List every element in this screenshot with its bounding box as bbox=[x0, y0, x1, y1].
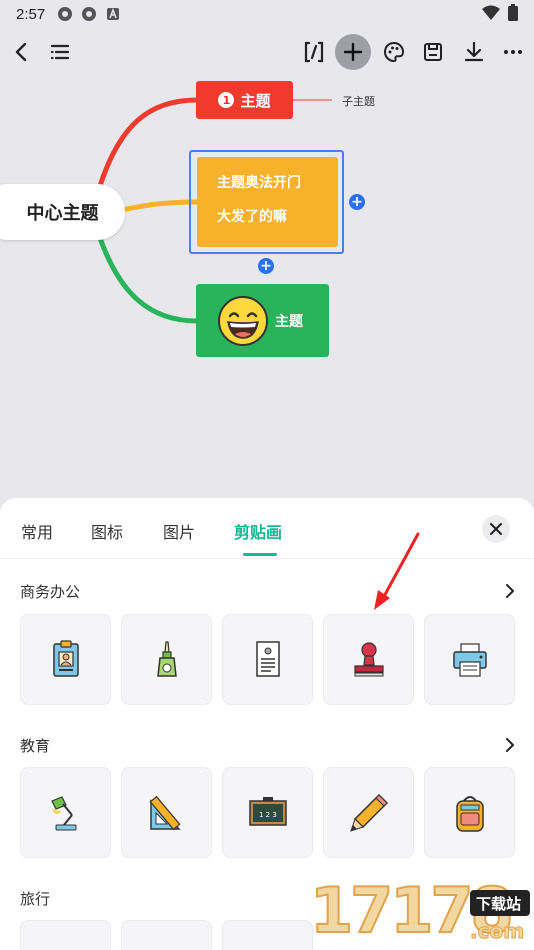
red-topic-label: 主题 bbox=[240, 91, 271, 110]
printer-icon bbox=[452, 642, 487, 677]
pencil-icon bbox=[349, 793, 388, 832]
app-notification-icon bbox=[82, 7, 97, 21]
save-icon bbox=[424, 43, 442, 61]
desk-lamp-icon bbox=[50, 795, 76, 830]
clipart-item[interactable] bbox=[121, 767, 212, 858]
section-title-education: 教育 bbox=[20, 737, 51, 755]
back-button[interactable] bbox=[4, 34, 40, 70]
wifi-icon bbox=[482, 5, 500, 20]
clipart-item[interactable] bbox=[323, 767, 414, 858]
yellow-topic-node[interactable]: 主题奥法开门 大发了的嘛 bbox=[197, 157, 338, 247]
tab-common[interactable]: 常用 bbox=[21, 519, 53, 543]
app-notification-icon bbox=[58, 7, 73, 21]
add-topic-button[interactable] bbox=[335, 34, 371, 70]
watermark-domain: .com bbox=[470, 919, 524, 943]
tabs-divider bbox=[0, 558, 534, 559]
clipart-item[interactable]: 1 2 3 bbox=[222, 767, 313, 858]
document-icon bbox=[255, 640, 280, 677]
close-panel-button[interactable] bbox=[482, 515, 510, 543]
chevron-right-icon[interactable] bbox=[502, 737, 518, 753]
clipart-item[interactable] bbox=[20, 920, 111, 950]
glue-bottle-icon bbox=[156, 640, 177, 677]
central-topic-node[interactable]: 中心主题 bbox=[0, 184, 125, 240]
bracket-slash-icon bbox=[304, 41, 324, 63]
clipart-item[interactable] bbox=[323, 614, 414, 705]
plus-icon bbox=[343, 42, 363, 62]
palette-icon bbox=[383, 41, 405, 63]
mindmap-canvas[interactable]: 中心主题 1 主题 子主题 主题奥法开门 大发了的嘛 + + 主题 bbox=[0, 74, 534, 498]
save-button[interactable] bbox=[415, 34, 451, 70]
tab-clipart[interactable]: 剪贴画 bbox=[234, 519, 282, 543]
annotation-arrow bbox=[374, 532, 420, 610]
yellow-topic-line1: 主题奥法开门 bbox=[217, 175, 301, 191]
central-topic-label: 中心主题 bbox=[26, 203, 99, 224]
ruler-triangle-icon bbox=[149, 795, 181, 830]
outline-list-icon bbox=[50, 44, 70, 60]
watermark-badge: 下载站 bbox=[476, 895, 521, 913]
top-toolbar bbox=[0, 34, 534, 74]
clipart-grid-business bbox=[20, 614, 515, 705]
tab-images[interactable]: 图片 bbox=[163, 519, 195, 543]
clipart-item[interactable] bbox=[424, 614, 515, 705]
stamp-icon bbox=[353, 641, 384, 676]
clipart-item[interactable] bbox=[424, 767, 515, 858]
clipart-item[interactable] bbox=[222, 920, 313, 950]
yellow-branch-line bbox=[119, 199, 200, 213]
active-tab-indicator bbox=[243, 553, 277, 556]
app-notification-icon bbox=[107, 7, 120, 20]
green-branch-line bbox=[97, 235, 200, 324]
watermark-logo: 17178 下载站 .com bbox=[310, 873, 530, 948]
section-title-business: 商务办公 bbox=[20, 583, 81, 601]
clipart-grid-education: 1 2 3 bbox=[20, 767, 515, 858]
blackboard-icon: 1 2 3 bbox=[248, 796, 287, 826]
priority-badge: 1 bbox=[218, 92, 235, 108]
clipart-item[interactable] bbox=[121, 920, 212, 950]
clipart-item[interactable] bbox=[20, 614, 111, 705]
section-title-travel: 旅行 bbox=[20, 890, 51, 908]
download-icon bbox=[464, 41, 484, 62]
status-bar: 2:57 bbox=[0, 0, 534, 28]
red-topic-node[interactable]: 1 主题 bbox=[196, 81, 293, 119]
add-child-button[interactable]: + bbox=[349, 194, 365, 210]
red-branch-line bbox=[97, 97, 200, 189]
back-arrow-icon bbox=[15, 42, 27, 62]
more-dots-icon bbox=[504, 50, 522, 54]
yellow-topic-line2: 大发了的嘛 bbox=[217, 209, 287, 225]
green-topic-node[interactable]: 主题 bbox=[196, 284, 329, 357]
chevron-right-icon[interactable] bbox=[502, 583, 518, 599]
subtopic-node[interactable]: 子主题 bbox=[342, 93, 375, 109]
clipart-item[interactable] bbox=[20, 767, 111, 858]
download-button[interactable] bbox=[456, 34, 492, 70]
clipart-grid-travel bbox=[20, 920, 313, 950]
status-time: 2:57 bbox=[16, 5, 46, 23]
theme-button[interactable] bbox=[376, 34, 412, 70]
svg-text:1 2 3: 1 2 3 bbox=[259, 811, 277, 819]
tab-icons[interactable]: 图标 bbox=[91, 519, 123, 543]
backpack-icon bbox=[455, 795, 484, 832]
add-sibling-button[interactable]: + bbox=[258, 258, 274, 274]
outline-button[interactable] bbox=[42, 34, 78, 70]
close-icon bbox=[490, 523, 502, 535]
battery-icon bbox=[508, 4, 518, 21]
clipart-item[interactable] bbox=[222, 614, 313, 705]
panel-tabs: 常用 图标 图片 剪贴画 bbox=[0, 498, 534, 558]
id-badge-icon bbox=[52, 639, 79, 677]
clipart-item[interactable] bbox=[121, 614, 212, 705]
more-button[interactable] bbox=[495, 34, 531, 70]
laughing-face-icon bbox=[218, 295, 268, 346]
green-topic-label: 主题 bbox=[275, 313, 303, 330]
formula-button[interactable] bbox=[296, 34, 332, 70]
